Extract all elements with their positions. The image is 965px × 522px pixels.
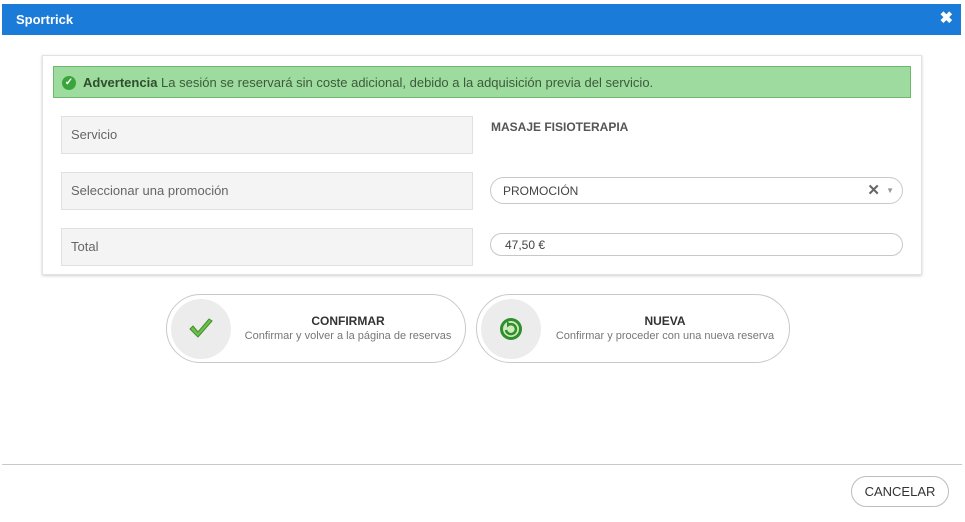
- warning-alert: ✓ Advertencia La sesión se reservará sin…: [53, 66, 911, 98]
- footer-divider: [2, 464, 962, 465]
- booking-card: ✓ Advertencia La sesión se reservará sin…: [42, 55, 922, 275]
- check-circle-icon: ✓: [62, 76, 76, 90]
- confirm-icon-circle: [171, 299, 231, 359]
- promo-label: Seleccionar una promoción: [61, 172, 473, 210]
- new-icon-circle: [481, 299, 541, 359]
- new-booking-button[interactable]: NUEVA Confirmar y proceder con una nueva…: [476, 294, 790, 363]
- confirm-title: CONFIRMAR: [311, 314, 385, 328]
- total-field: 47,50 €: [490, 233, 903, 256]
- cancel-button[interactable]: CANCELAR: [851, 476, 949, 507]
- alert-message: Advertencia La sesión se reservará sin c…: [83, 75, 653, 90]
- promo-select[interactable]: PROMOCIÓN ✕ ▼: [490, 177, 903, 204]
- alert-title: Advertencia: [83, 75, 158, 90]
- window-title: Sportrick: [16, 12, 74, 27]
- confirm-subtitle: Confirmar y volver a la página de reserv…: [244, 330, 452, 342]
- promo-selected-value: PROMOCIÓN: [503, 184, 579, 198]
- clear-icon[interactable]: ✕: [867, 181, 880, 199]
- new-subtitle: Confirmar y proceder con una nueva reser…: [555, 330, 775, 342]
- total-value: 47,50 €: [505, 238, 546, 252]
- total-label: Total: [61, 228, 473, 266]
- new-title: NUEVA: [644, 314, 686, 328]
- alert-text: La sesión se reservará sin coste adicion…: [161, 75, 654, 90]
- confirm-button[interactable]: CONFIRMAR Confirmar y volver a la página…: [166, 294, 466, 363]
- service-label: Servicio: [61, 116, 473, 154]
- title-bar: Sportrick ✖: [2, 4, 961, 35]
- refresh-icon: [500, 318, 522, 340]
- close-icon[interactable]: ✖: [940, 10, 953, 28]
- chevron-down-icon[interactable]: ▼: [886, 186, 894, 195]
- service-value: MASAJE FISIOTERAPIA: [491, 120, 629, 134]
- booking-dialog: Sportrick ✖ ✓ Advertencia La sesión se r…: [0, 0, 965, 522]
- checkmark-icon: [189, 318, 213, 338]
